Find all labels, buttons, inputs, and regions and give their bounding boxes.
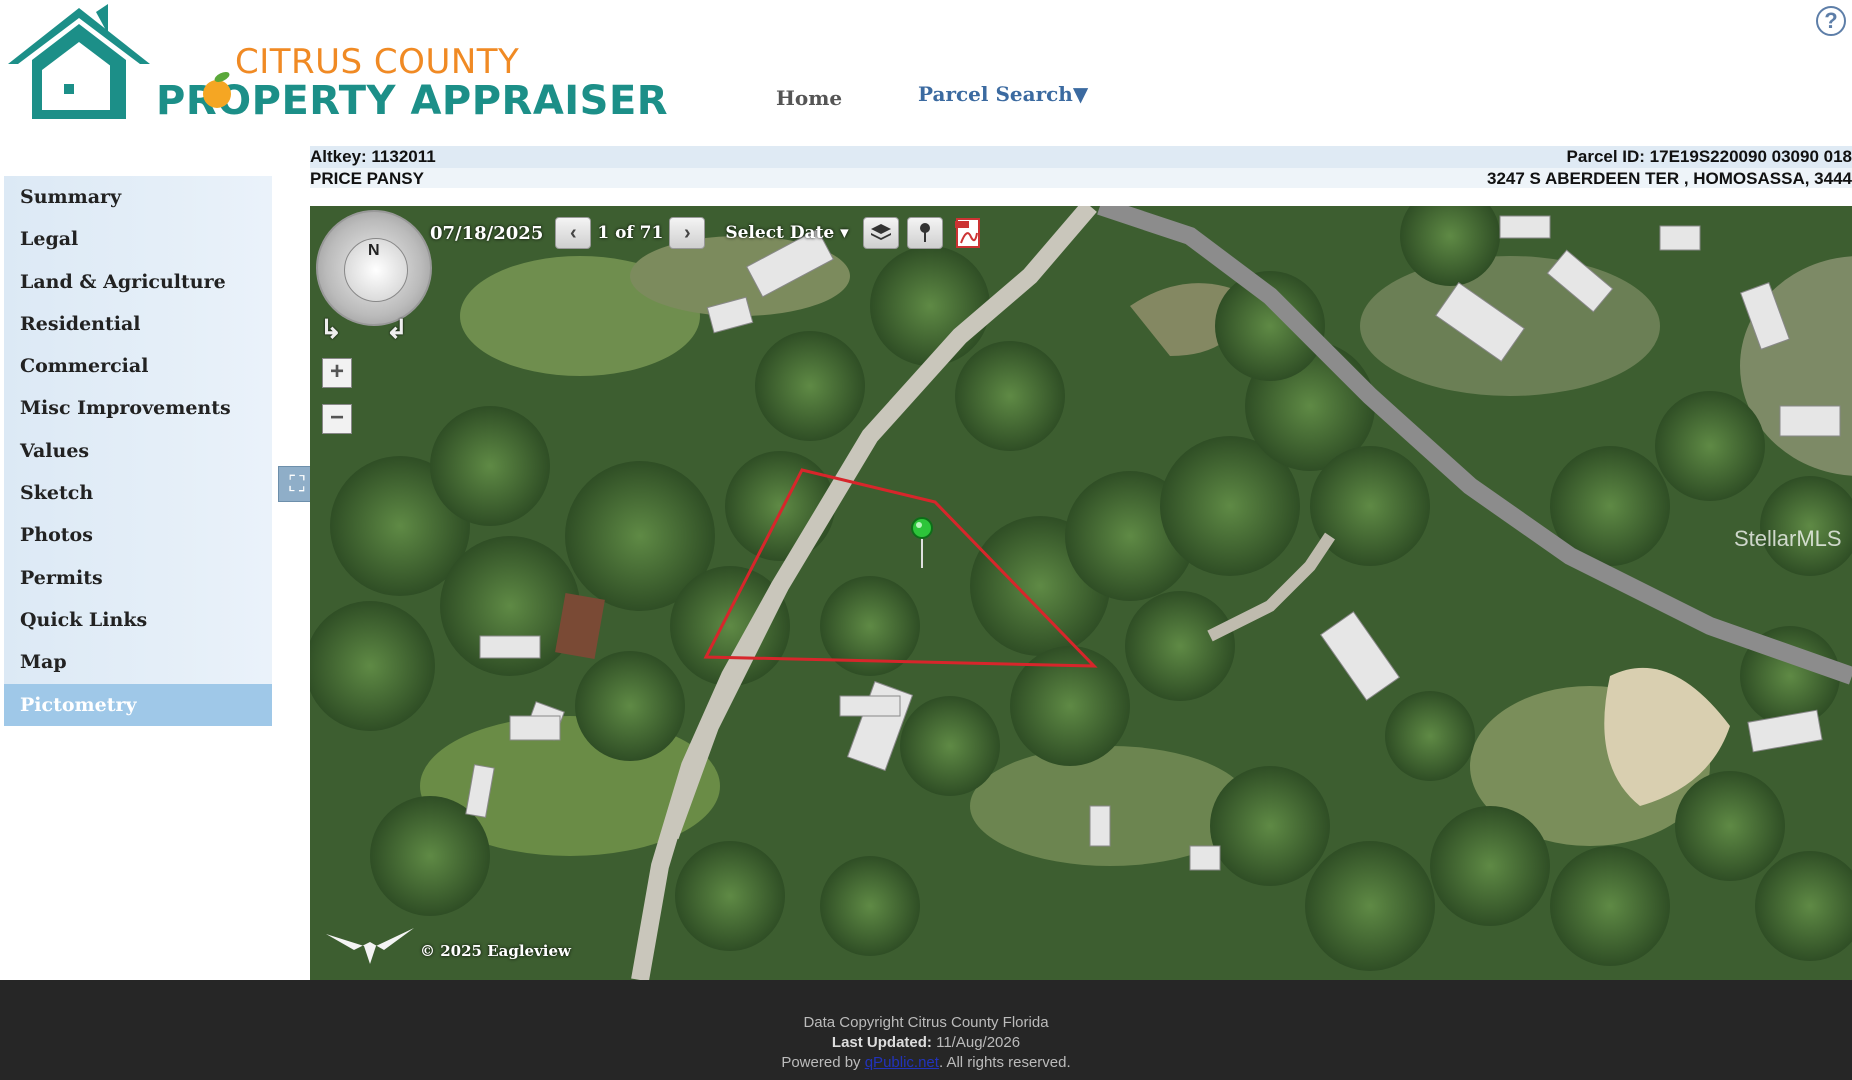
pin-icon — [919, 223, 930, 242]
footer: Data Copyright Citrus County Florida Las… — [0, 980, 1852, 1080]
sidebar-item-commercial[interactable]: Commercial — [4, 345, 272, 387]
property-address: 3247 S ABERDEEN TER , HOMOSASSA, 3444 — [1487, 169, 1852, 188]
next-icon: › — [683, 221, 691, 244]
image-date: 07/18/2025 — [430, 222, 544, 244]
sidebar-item-map[interactable]: Map — [4, 641, 272, 683]
sidebar-item-legal[interactable]: Legal — [4, 218, 272, 260]
rights-text: . All rights reserved. — [938, 1054, 1071, 1071]
logo-text-county: CITRUS COUNTY — [235, 42, 520, 82]
sidebar-item-sketch[interactable]: Sketch — [4, 472, 272, 514]
compass-icon[interactable]: N — [316, 210, 432, 326]
sidebar-item-quick-links[interactable]: Quick Links — [4, 599, 272, 641]
altkey-label: Altkey: 1132011 — [310, 147, 436, 166]
sidebar-nav: Summary Legal Land & Agriculture Residen… — [4, 176, 272, 726]
rotate-right-icon[interactable]: ↲ — [386, 314, 408, 345]
prev-image-button[interactable]: ‹ — [555, 217, 592, 249]
layers-icon — [870, 224, 891, 240]
pin-button[interactable] — [906, 217, 943, 249]
nav-home[interactable]: Home — [776, 86, 842, 110]
layers-button[interactable] — [862, 217, 899, 249]
sidebar-item-values[interactable]: Values — [4, 430, 272, 472]
compass-north-label: N — [368, 242, 380, 259]
sidebar-item-pictometry[interactable]: Pictometry — [4, 683, 272, 726]
parcel-id-label: Parcel ID: 17E19S220090 03090 018 — [1566, 147, 1852, 166]
powered-by-link[interactable]: qPublic.net — [865, 1054, 939, 1071]
sidebar-item-misc-improvements[interactable]: Misc Improvements — [4, 387, 272, 429]
select-date-dropdown[interactable]: Select Date ▾ — [725, 223, 848, 243]
owner-name: PRICE PANSY — [310, 169, 424, 188]
house-logo-icon — [8, 4, 150, 119]
orange-logo-icon — [203, 72, 231, 108]
mls-watermark: StellarMLS — [1734, 526, 1842, 551]
owner-info-bar: PRICE PANSY 3247 S ABERDEEN TER , HOMOSA… — [310, 168, 1852, 188]
prev-icon: ‹ — [570, 221, 577, 244]
site-logo[interactable]: CITRUS COUNTY PROPERTY APPRAISER — [4, 4, 668, 124]
zoom-in-button[interactable]: + — [322, 358, 352, 388]
sidebar-item-photos[interactable]: Photos — [4, 514, 272, 556]
map-toolbar: 07/18/2025 ‹ 1 of 71 › Select Date ▾ — [430, 212, 987, 254]
eagle-logo-icon — [326, 928, 414, 964]
rotate-left-icon[interactable]: ↳ — [320, 314, 342, 345]
aerial-image — [310, 206, 1852, 980]
parcel-info-bar: Altkey: 1132011 Parcel ID: 17E19S220090 … — [310, 146, 1852, 168]
nav-parcel-search[interactable]: Parcel Search▼ — [918, 82, 1088, 106]
powered-by-text: Powered by — [781, 1054, 861, 1071]
sidebar-item-permits[interactable]: Permits — [4, 557, 272, 599]
help-icon[interactable]: ? — [1816, 6, 1846, 36]
footer-copyright: Data Copyright Citrus County Florida — [803, 1014, 1049, 1031]
footer-last-updated: Last Updated: 11/Aug/2026 — [0, 1034, 1852, 1051]
sidebar-item-residential[interactable]: Residential — [4, 303, 272, 345]
pdf-export-button[interactable] — [951, 217, 987, 249]
pictometry-map[interactable]: N ↳ ↲ + − 07/18/2025 ‹ 1 of 71 › Select … — [310, 206, 1852, 980]
next-image-button[interactable]: › — [669, 217, 706, 249]
last-updated-label: Last Updated: — [831, 1034, 932, 1051]
zoom-out-button[interactable]: − — [322, 404, 352, 434]
image-count: 1 of 71 — [597, 223, 664, 243]
map-copyright: © 2025 Eagleview — [420, 942, 571, 960]
pdf-icon — [954, 218, 980, 248]
sidebar-item-land-agriculture[interactable]: Land & Agriculture — [4, 261, 272, 303]
sidebar-item-summary[interactable]: Summary — [4, 176, 272, 218]
last-updated-value: 11/Aug/2026 — [936, 1034, 1021, 1051]
header: CITRUS COUNTY PROPERTY APPRAISER Home Pa… — [0, 0, 1852, 140]
footer-powered-by: Powered by qPublic.net. All rights reser… — [0, 1054, 1852, 1071]
